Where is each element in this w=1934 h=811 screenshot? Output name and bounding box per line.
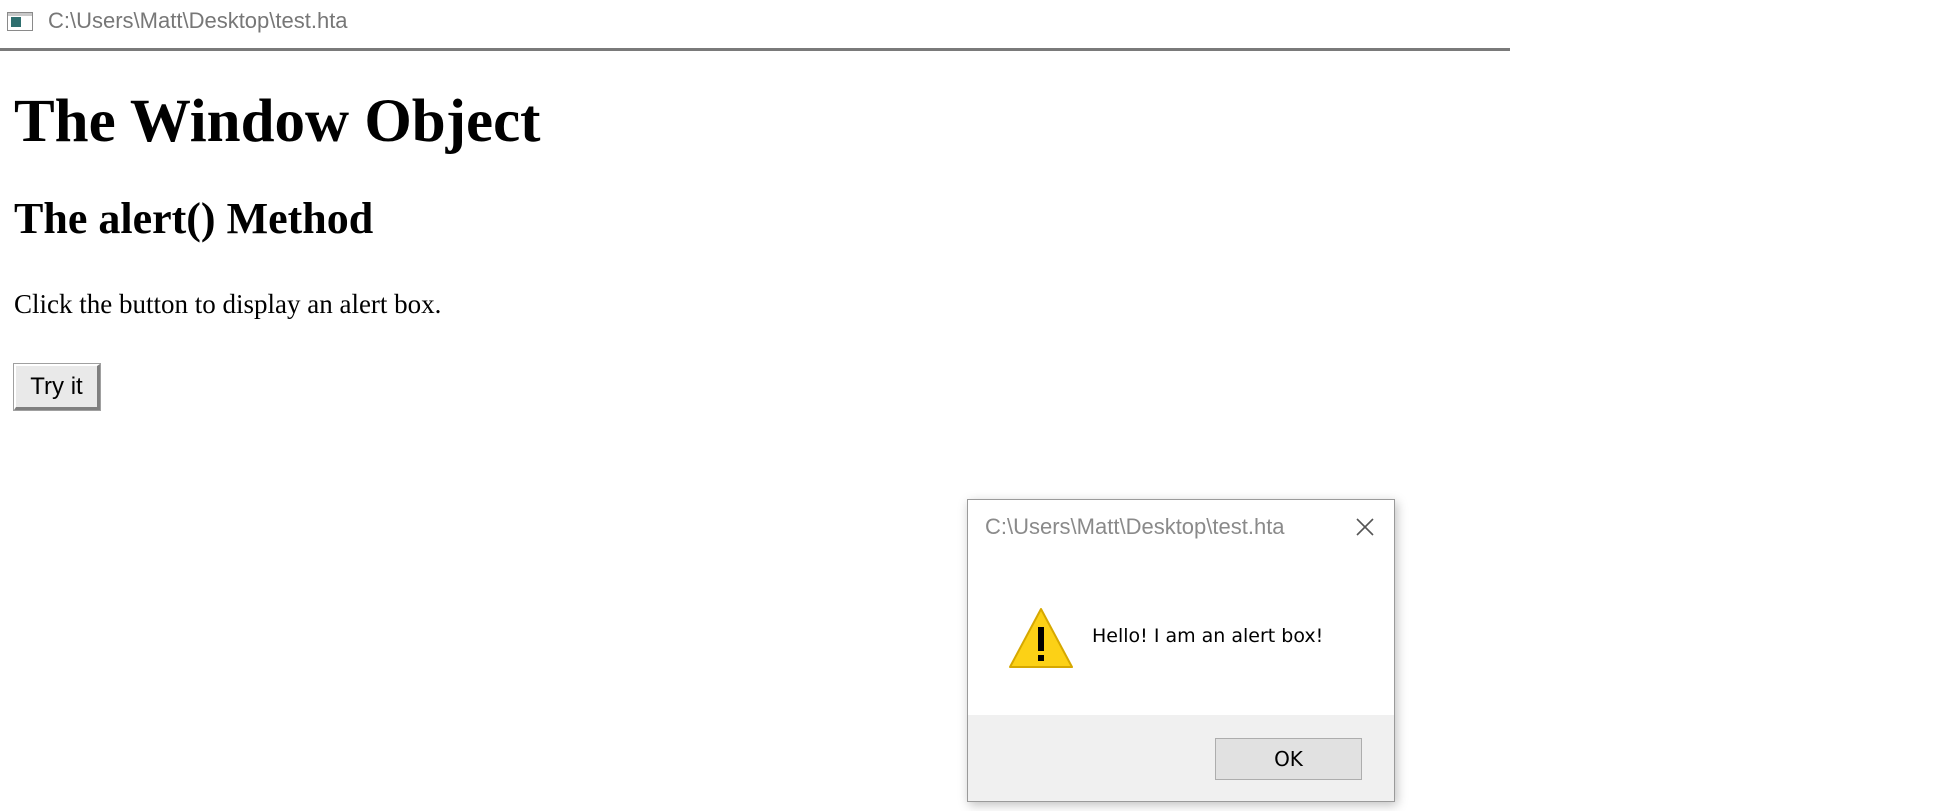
alert-message: Hello! I am an alert box! [1092,625,1324,647]
try-it-button[interactable]: Try it [13,363,101,411]
warning-icon [1008,607,1074,669]
ok-button[interactable]: OK [1215,738,1362,780]
page-subheading: The alert() Method [14,194,374,243]
close-icon[interactable] [1348,510,1382,544]
app-icon-pane [11,17,21,27]
page-heading: The Window Object [14,88,541,155]
alert-dialog-title: C:\Users\Matt\Desktop\test.hta [985,514,1285,539]
window-title: C:\Users\Matt\Desktop\test.hta [48,8,348,33]
hta-window-icon[interactable] [7,12,33,31]
instruction-text: Click the button to display an alert box… [14,289,442,319]
window-titlebar[interactable]: C:\Users\Matt\Desktop\test.hta [0,0,1510,51]
app-icon-bar [8,13,32,16]
alert-dialog-footer: OK [968,715,1394,801]
alert-dialog: C:\Users\Matt\Desktop\test.hta Hello! I … [967,499,1395,802]
